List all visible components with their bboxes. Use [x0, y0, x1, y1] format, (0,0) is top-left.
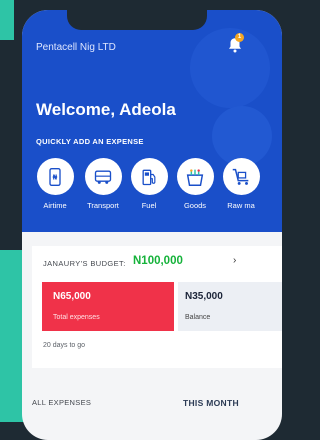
quick-add-label: QUICKLY ADD AN EXPENSE — [36, 137, 144, 146]
category-transport[interactable]: Transport — [80, 158, 126, 210]
total-expenses-amount: N65,000 — [53, 291, 91, 302]
phone-screen: Pentacell Nig LTD 1 Welcome, Adeola QUIC… — [22, 10, 282, 440]
balance-amount: N35,000 — [185, 291, 223, 302]
category-goods[interactable]: Goods — [172, 158, 218, 210]
category-label: Airtime — [43, 201, 67, 210]
shopping-bag-icon — [186, 168, 204, 186]
total-expenses-box[interactable]: N65,000 Total expenses — [42, 282, 174, 331]
balance-caption: Balance — [185, 314, 211, 321]
bus-icon — [94, 170, 112, 184]
budget-label: JANAURY'S BUDGET: — [43, 259, 126, 268]
background-accent-top — [0, 0, 14, 40]
fuel-pump-icon — [142, 169, 156, 185]
category-label: Raw ma — [227, 201, 255, 210]
notification-badge: 1 — [235, 33, 244, 42]
all-expenses-heading: ALL EXPENSES — [32, 398, 92, 407]
category-label: Goods — [183, 201, 207, 210]
header: Pentacell Nig LTD 1 Welcome, Adeola QUIC… — [22, 10, 282, 232]
balance-box[interactable]: N35,000 Balance — [178, 282, 282, 331]
chevron-right-icon[interactable]: › — [233, 255, 236, 266]
svg-text:₦: ₦ — [53, 173, 58, 181]
category-airtime[interactable]: ₦ Airtime — [32, 158, 78, 210]
total-expenses-caption: Total expenses — [53, 314, 100, 321]
category-raw-materials[interactable]: Raw ma — [218, 158, 264, 210]
header-decoration — [212, 106, 272, 166]
category-label: Transport — [87, 201, 119, 210]
days-remaining: 20 days to go — [43, 342, 86, 349]
budget-value: N100,000 — [133, 255, 183, 267]
trolley-icon — [232, 168, 249, 185]
category-fuel[interactable]: Fuel — [126, 158, 172, 210]
period-filter[interactable]: THIS MONTH — [183, 398, 239, 408]
category-label: Fuel — [141, 201, 157, 210]
airtime-icon: ₦ — [49, 167, 61, 186]
company-name: Pentacell Nig LTD — [36, 42, 116, 53]
budget-card[interactable]: JANAURY'S BUDGET: N100,000 › N65,000 Tot… — [32, 246, 282, 368]
welcome-heading: Welcome, Adeola — [36, 100, 176, 119]
phone-notch — [67, 10, 207, 30]
